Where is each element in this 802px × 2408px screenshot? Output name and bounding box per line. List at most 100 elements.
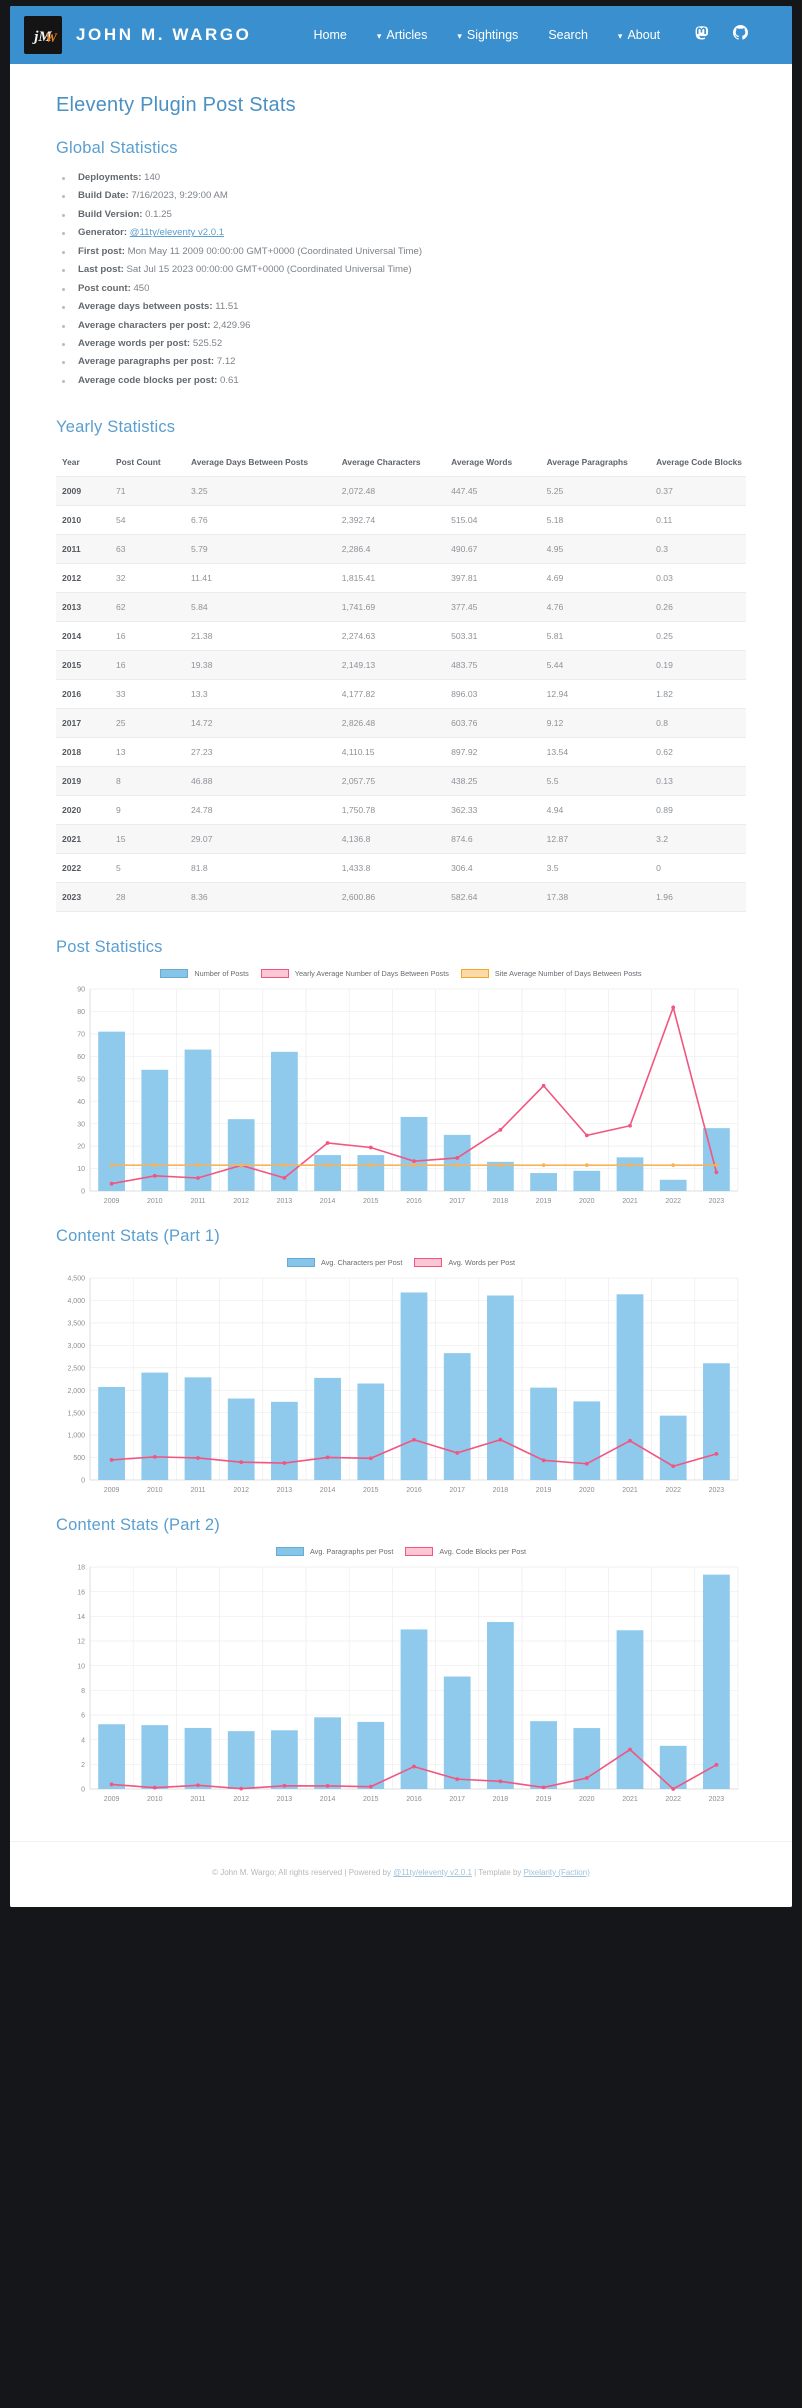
cell-value: 1.96 <box>656 891 673 902</box>
cell-value: 447.45 <box>451 485 478 496</box>
cell-value: 897.92 <box>451 746 478 757</box>
nav-item-search[interactable]: Search <box>548 28 588 42</box>
col-header-avg-words[interactable]: Average Words <box>445 451 540 477</box>
list-item: Average characters per post: 2,429.96 <box>60 320 746 333</box>
cell-value: 1.82 <box>656 688 673 699</box>
svg-text:2022: 2022 <box>665 1198 681 1205</box>
footer-eleventy-link[interactable]: @11ty/eleventy v2.0.1 <box>393 1868 472 1877</box>
legend-entry-site-avg-days[interactable]: Site Average Number of Days Between Post… <box>460 968 642 978</box>
svg-text:18: 18 <box>77 1564 85 1571</box>
svg-text:2: 2 <box>81 1762 85 1769</box>
jmw-monogram-logo-icon[interactable]: jM W <box>24 16 62 54</box>
svg-text:2019: 2019 <box>536 1487 552 1494</box>
footer-template-link[interactable]: Pixelarity (Faction) <box>524 1868 590 1877</box>
cell-value: 15 <box>116 833 126 844</box>
legend-entry-avg-paragraphs[interactable]: Avg. Paragraphs per Post <box>275 1546 393 1556</box>
cell-value: 438.25 <box>451 775 478 786</box>
list-item: Average words per post: 525.52 <box>60 338 746 351</box>
nav-social-icons <box>694 25 749 45</box>
cell-value: 5.5 <box>546 775 559 786</box>
cell-value: 5.84 <box>190 601 208 612</box>
col-header-year[interactable]: Year <box>56 451 110 477</box>
table-row: 2022 5 81.8 1,433.8 306.4 3.5 0 <box>56 853 746 882</box>
svg-text:2014: 2014 <box>320 1198 336 1205</box>
cell-value: 0.19 <box>656 659 673 670</box>
svg-text:2009: 2009 <box>104 1487 120 1494</box>
cell-value: 5.79 <box>190 543 208 554</box>
content-part1-chart: Avg. Characters per Post Avg. Words per … <box>56 1257 746 1502</box>
cell-value: 3.25 <box>190 485 208 496</box>
stat-value: 2,429.96 <box>213 319 251 331</box>
cell-value: 27.23 <box>190 746 213 757</box>
footer-middle: | Template by <box>471 1867 524 1877</box>
nav-item-home[interactable]: Home <box>313 28 346 42</box>
stat-value: 0.1.25 <box>145 208 172 220</box>
cell-year: 2013 <box>62 601 82 612</box>
svg-text:2011: 2011 <box>190 1796 205 1803</box>
svg-text:2023: 2023 <box>709 1198 725 1205</box>
cell-value: 13 <box>116 746 126 757</box>
cell-value: 0.13 <box>656 775 673 786</box>
legend-entry-number-of-posts[interactable]: Number of Posts <box>160 968 249 978</box>
cell-value: 54 <box>116 514 126 525</box>
yearly-statistics-heading: Yearly Statistics <box>56 417 176 436</box>
legend-entry-avg-words[interactable]: Avg. Words per Post <box>414 1257 516 1267</box>
legend-label: Avg. Words per Post <box>448 1257 516 1267</box>
col-header-avg-days[interactable]: Average Days Between Posts <box>185 451 336 477</box>
mastodon-icon[interactable] <box>694 25 709 45</box>
cell-value: 4.94 <box>546 804 564 815</box>
nav-item-sightings[interactable]: ▾ Sightings <box>457 28 518 42</box>
generator-link[interactable]: @11ty/eleventy v2.0.1 <box>130 227 224 238</box>
svg-text:W: W <box>45 30 58 45</box>
nav-item-sightings-label: Sightings <box>466 28 519 42</box>
cell-value: 1,750.78 <box>341 804 376 815</box>
legend-swatch-blue <box>286 1257 315 1267</box>
site-footer: © John M. Wargo; All rights reserved | P… <box>10 1840 792 1907</box>
post-statistics-chart: Number of Posts Yearly Average Number of… <box>56 968 746 1213</box>
brand-block[interactable]: jM W JOHN M. WARGO <box>24 16 251 54</box>
svg-text:2020: 2020 <box>579 1487 595 1494</box>
legend-entry-avg-characters[interactable]: Avg. Characters per Post <box>286 1257 402 1267</box>
legend-entry-yearly-avg-days[interactable]: Yearly Average Number of Days Between Po… <box>260 968 449 978</box>
cell-value: 8 <box>116 775 121 786</box>
col-header-avg-paragraphs[interactable]: Average Paragraphs <box>541 451 651 477</box>
cell-year: 2009 <box>62 485 82 496</box>
cell-year: 2015 <box>62 659 82 670</box>
cell-year: 2023 <box>62 891 82 902</box>
table-row: 2013 62 5.84 1,741.69 377.45 4.76 0.26 <box>56 592 746 622</box>
table-row: 2011 63 5.79 2,286.4 490.67 4.95 0.3 <box>56 534 746 564</box>
nav-item-search-label: Search <box>548 28 588 42</box>
svg-text:1,500: 1,500 <box>67 1410 85 1417</box>
svg-text:2013: 2013 <box>277 1198 293 1205</box>
main-content: Eleventy Plugin Post Stats Global Statis… <box>10 64 792 1841</box>
cell-value: 3.5 <box>546 862 559 873</box>
cell-year: 2019 <box>62 775 82 786</box>
cell-year: 2014 <box>62 630 82 641</box>
svg-text:50: 50 <box>77 1076 85 1083</box>
svg-text:2017: 2017 <box>449 1198 465 1205</box>
github-icon[interactable] <box>733 25 749 45</box>
stat-label: Deployments: <box>78 172 142 183</box>
table-row: 2017 25 14.72 2,826.48 603.76 9.12 0.8 <box>56 708 746 738</box>
svg-text:2017: 2017 <box>449 1487 465 1494</box>
legend-entry-avg-code-blocks[interactable]: Avg. Code Blocks per Post <box>405 1546 526 1556</box>
cell-value: 874.6 <box>451 833 473 844</box>
svg-text:2013: 2013 <box>277 1796 293 1803</box>
col-header-avg-code-blocks[interactable]: Average Code Blocks <box>650 451 746 477</box>
stat-label: Average code blocks per post: <box>78 374 218 386</box>
svg-text:8: 8 <box>81 1688 85 1695</box>
svg-text:2015: 2015 <box>363 1198 379 1205</box>
chart3-legend: Avg. Paragraphs per Post Avg. Code Block… <box>56 1546 746 1556</box>
nav-item-about[interactable]: ▾ About <box>618 28 660 42</box>
cell-value: 4.95 <box>546 543 564 554</box>
nav-item-articles[interactable]: ▾ Articles <box>377 28 428 42</box>
table-row: 2010 54 6.76 2,392.74 515.04 5.18 0.11 <box>56 505 746 534</box>
svg-text:0: 0 <box>81 1188 85 1195</box>
col-header-post-count[interactable]: Post Count <box>110 451 185 477</box>
content-part2-chart: Avg. Paragraphs per Post Avg. Code Block… <box>56 1546 746 1811</box>
cell-value: 13.54 <box>546 746 569 757</box>
table-row: 2012 32 11.41 1,815.41 397.81 4.69 0.03 <box>56 563 746 592</box>
col-header-avg-characters[interactable]: Average Characters <box>336 451 445 477</box>
svg-text:4,000: 4,000 <box>67 1298 85 1305</box>
table-row: 2018 13 27.23 4,110.15 897.92 13.54 0.62 <box>56 737 746 766</box>
